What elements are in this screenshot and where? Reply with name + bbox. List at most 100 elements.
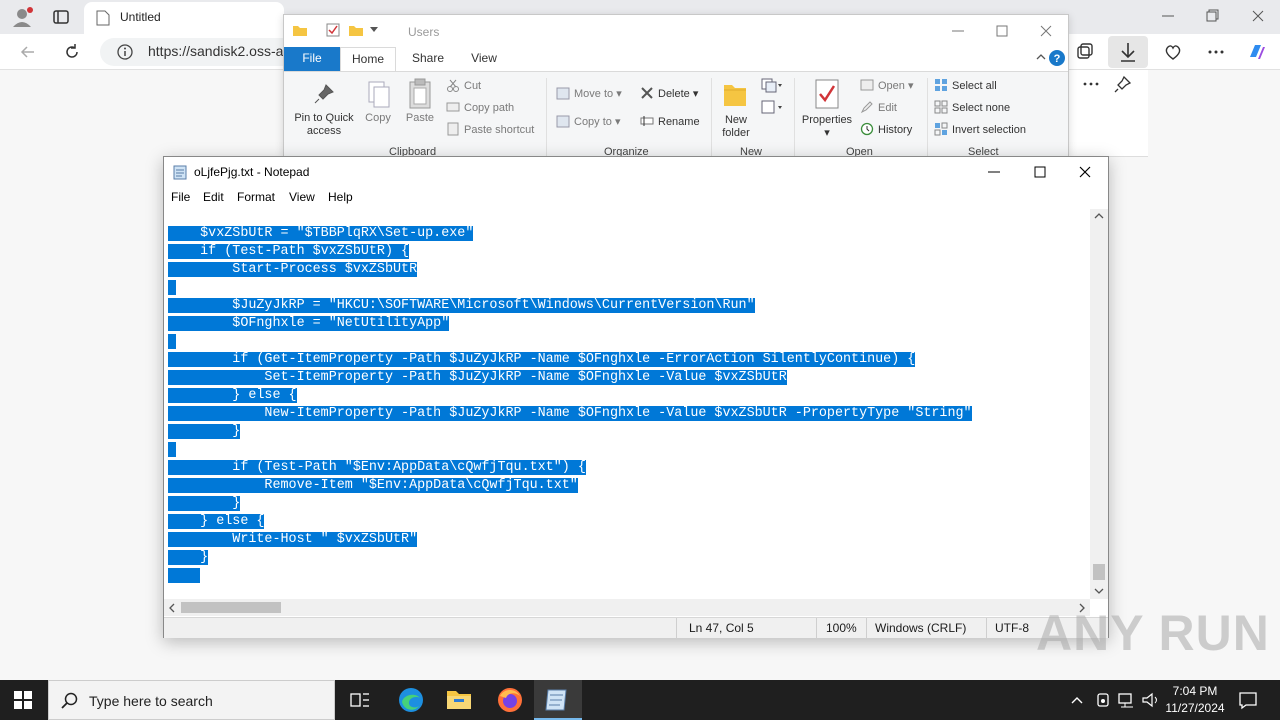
rename-label: Rename xyxy=(658,116,700,128)
firefox-taskbar-icon[interactable] xyxy=(496,686,524,714)
explorer-close-icon[interactable] xyxy=(1036,21,1056,41)
delete-button[interactable]: Delete ▾ xyxy=(640,86,698,100)
select-all-icon xyxy=(934,78,948,92)
scroll-down-icon[interactable] xyxy=(1094,587,1104,595)
pin-to-quick-access-button[interactable]: Pin to Quick access xyxy=(288,112,360,138)
invert-selection-button[interactable]: Invert selection xyxy=(934,122,1026,136)
menu-edit[interactable]: Edit xyxy=(203,190,224,204)
code-line-text xyxy=(168,568,201,583)
scroll-left-icon[interactable] xyxy=(168,603,176,613)
paste-shortcut-button[interactable]: Paste shortcut xyxy=(446,122,534,136)
move-to-icon xyxy=(556,86,570,100)
collections-icon[interactable] xyxy=(1075,42,1095,62)
more-options-icon[interactable] xyxy=(1206,42,1226,62)
start-button[interactable] xyxy=(14,691,32,709)
copilot-icon[interactable] xyxy=(1246,41,1268,63)
easy-access-icon[interactable] xyxy=(760,98,782,116)
taskbar-clock[interactable]: 7:04 PM 11/27/2024 xyxy=(1160,683,1230,717)
downloads-icon[interactable] xyxy=(1108,36,1148,68)
copy-path-button[interactable]: Copy path xyxy=(446,100,514,114)
browser-restore-icon[interactable] xyxy=(1202,6,1222,26)
rename-button[interactable]: Rename xyxy=(640,114,700,128)
browser-minimize-icon[interactable] xyxy=(1158,6,1178,26)
properties-button[interactable]: Properties ▾ xyxy=(798,114,856,140)
edge-taskbar-icon[interactable] xyxy=(397,686,425,714)
copy-to-icon xyxy=(556,114,570,128)
scroll-up-icon[interactable] xyxy=(1094,212,1104,220)
notepad-taskbar-button[interactable] xyxy=(534,680,582,720)
open-button[interactable]: Open ▾ xyxy=(860,78,914,92)
code-line-text: $vxZSbUtR = "$TBBPlqRX\Set-up.exe" xyxy=(168,226,474,241)
browser-tab[interactable]: Untitled xyxy=(84,2,284,34)
browser-essentials-icon[interactable] xyxy=(1163,42,1183,62)
refresh-icon[interactable] xyxy=(62,42,82,62)
select-none-icon xyxy=(934,100,948,114)
menu-format[interactable]: Format xyxy=(237,190,275,204)
file-explorer-taskbar-icon[interactable] xyxy=(446,687,472,711)
pin-icon[interactable] xyxy=(1113,74,1133,94)
page-icon xyxy=(96,10,110,26)
copy-button[interactable]: Copy xyxy=(360,112,396,125)
new-item-icon[interactable] xyxy=(760,76,782,94)
code-line-text: Set-ItemProperty -Path $JuZyJkRP -Name $… xyxy=(168,370,787,385)
quick-access-dropdown-icon[interactable] xyxy=(370,27,378,33)
expand-ribbon-icon[interactable] xyxy=(1036,53,1046,61)
new-folder-button[interactable]: New folder xyxy=(714,114,758,140)
vertical-scrollbar[interactable] xyxy=(1090,209,1108,599)
tab-file[interactable]: File xyxy=(284,47,340,71)
menu-view[interactable]: View xyxy=(289,190,315,204)
notepad-maximize-icon[interactable] xyxy=(1030,162,1050,182)
network-icon[interactable] xyxy=(1117,691,1137,709)
notepad-close-icon[interactable] xyxy=(1075,162,1095,182)
select-none-label: Select none xyxy=(952,102,1011,114)
open-icon xyxy=(860,78,874,92)
paste-icon xyxy=(408,78,432,110)
menu-help[interactable]: Help xyxy=(328,190,353,204)
horizontal-scroll-thumb[interactable] xyxy=(181,602,281,613)
new-folder-quick-icon[interactable] xyxy=(348,23,364,37)
properties-quick-icon[interactable] xyxy=(326,23,340,37)
copy-to-button[interactable]: Copy to ▾ xyxy=(556,114,621,128)
more-icon[interactable] xyxy=(1081,74,1101,94)
code-line-text: } xyxy=(168,496,241,511)
vertical-scroll-thumb[interactable] xyxy=(1093,564,1105,580)
taskbar: Type here to search 7:04 PM 11/27/2024 xyxy=(0,680,1280,720)
browser-tab-title: Untitled xyxy=(120,10,161,24)
notepad-text-area[interactable]: $vxZSbUtR = "$TBBPlqRX\Set-up.exe" if (T… xyxy=(168,209,1090,599)
taskbar-search-box[interactable]: Type here to search xyxy=(48,680,335,720)
tray-chevron-icon[interactable] xyxy=(1070,693,1084,707)
code-line-text: Remove-Item "$Env:AppData\cQwfjTqu.txt" xyxy=(168,478,578,493)
menu-file[interactable]: File xyxy=(171,190,190,204)
select-all-button[interactable]: Select all xyxy=(934,78,997,92)
help-icon[interactable]: ? xyxy=(1048,49,1066,67)
notepad-minimize-icon[interactable] xyxy=(984,162,1004,182)
move-to-button[interactable]: Move to ▾ xyxy=(556,86,622,100)
profile-icon[interactable] xyxy=(10,5,34,29)
tab-view[interactable]: View xyxy=(458,47,510,71)
tab-share[interactable]: Share xyxy=(402,47,454,71)
horizontal-scrollbar[interactable] xyxy=(164,599,1090,616)
file-explorer-window: Users File Home Share View ? Pin to Quic… xyxy=(283,14,1069,158)
url-text[interactable]: https://sandisk2.oss-a xyxy=(148,43,283,59)
history-button[interactable]: History xyxy=(860,122,912,136)
folder-icon xyxy=(292,23,308,37)
browser-close-icon[interactable] xyxy=(1248,6,1268,26)
explorer-maximize-icon[interactable] xyxy=(992,21,1012,41)
task-view-icon[interactable] xyxy=(350,690,370,710)
site-info-icon[interactable] xyxy=(116,43,134,61)
explorer-minimize-icon[interactable] xyxy=(948,21,968,41)
edit-icon xyxy=(860,100,874,114)
tray-device-icon[interactable] xyxy=(1094,691,1112,709)
back-icon[interactable] xyxy=(18,42,38,62)
edit-button[interactable]: Edit xyxy=(860,100,897,114)
notifications-icon[interactable] xyxy=(1238,690,1258,710)
cut-button[interactable]: Cut xyxy=(446,78,481,92)
code-line-text: Write-Host " $vxZSbUtR" xyxy=(168,532,418,547)
select-none-button[interactable]: Select none xyxy=(934,100,1010,114)
paste-button[interactable]: Paste xyxy=(402,112,438,125)
volume-icon[interactable] xyxy=(1141,691,1161,709)
tab-home[interactable]: Home xyxy=(340,47,396,71)
tab-actions-icon[interactable] xyxy=(52,8,70,26)
notepad-icon xyxy=(172,164,188,180)
code-line-text xyxy=(168,280,177,295)
